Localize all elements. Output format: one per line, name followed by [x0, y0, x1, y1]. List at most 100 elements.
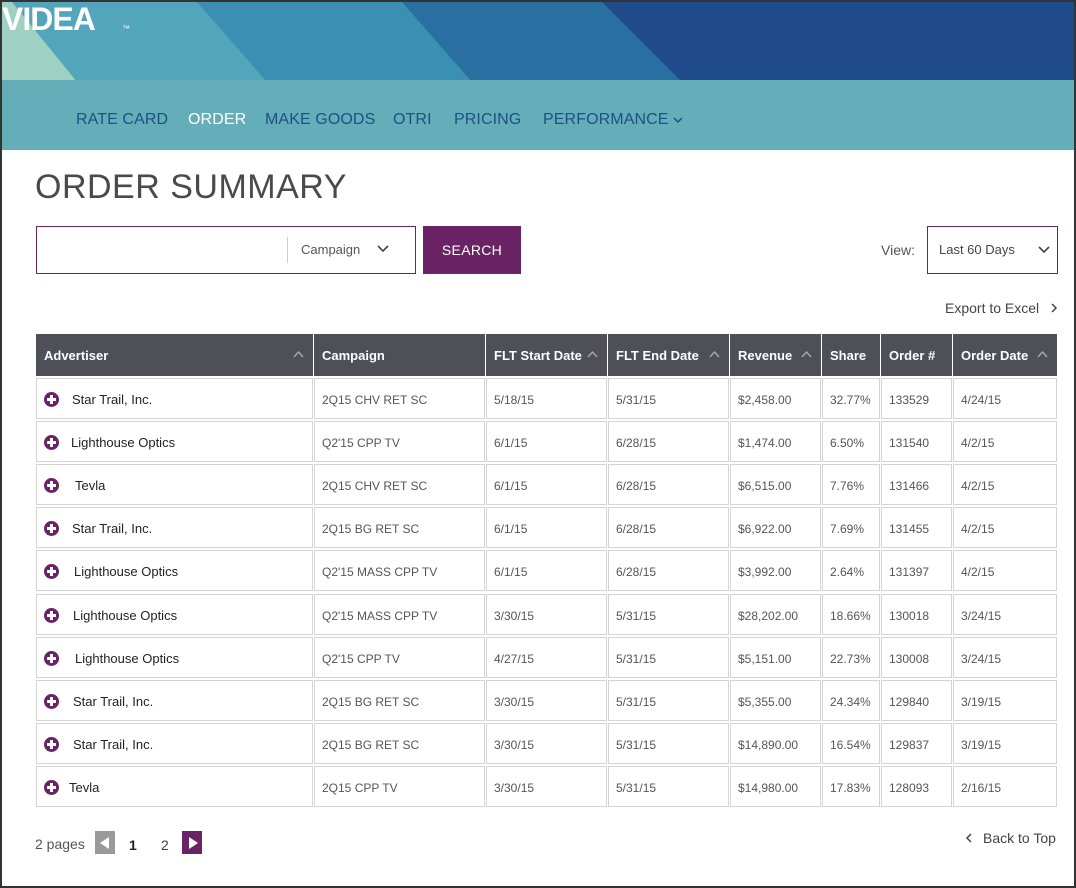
share-value: 16.54% [830, 737, 871, 752]
search-input[interactable] [37, 227, 287, 273]
order-number-value: 131466 [889, 479, 930, 494]
cell-flt-end-date: 5/31/15 [608, 378, 729, 419]
advertiser-name: Star Trail, Inc. [73, 693, 154, 709]
cell-advertiser: Star Trail, Inc. [36, 378, 313, 419]
expand-row-plus-icon[interactable] [44, 736, 59, 752]
sort-caret-up-icon[interactable] [801, 350, 812, 358]
expand-row-plus-icon[interactable] [44, 650, 59, 666]
chevron-down-icon [1038, 246, 1050, 254]
expand-row-plus-icon[interactable] [44, 607, 59, 623]
cell-share: 17.83% [822, 765, 880, 807]
cell-order-number: 131466 [881, 464, 952, 506]
cell-order-number: 131455 [881, 507, 952, 549]
expand-row-plus-icon[interactable] [44, 521, 59, 537]
column-header-flt-end-date[interactable]: FLT End Date [608, 334, 729, 376]
revenue-value: $14,980.00 [738, 780, 799, 795]
flt-start-date-value: 3/30/15 [494, 608, 535, 623]
cell-order-number: 129840 [881, 679, 952, 721]
sort-caret-up-icon[interactable] [1037, 350, 1048, 358]
campaign-value: 2Q15 BG RET SC [322, 694, 420, 709]
order-date-value: 3/24/15 [961, 651, 1002, 666]
nav-rate-card[interactable]: RATE CARD [76, 111, 168, 129]
order-date-value: 3/24/15 [961, 608, 1002, 623]
share-value: 17.83% [830, 780, 871, 795]
cell-flt-end-date: 5/31/15 [608, 722, 729, 764]
advertiser-name: Lighthouse Optics [74, 564, 179, 580]
order-number-value: 131397 [889, 565, 930, 580]
chevron-down-icon [377, 245, 389, 253]
search-button[interactable]: SEARCH [423, 226, 521, 274]
order-number-value: 131455 [889, 522, 930, 537]
advertiser-name: Star Trail, Inc. [72, 392, 153, 407]
nav-performance[interactable]: PERFORMANCE [543, 111, 683, 129]
column-header-advertiser[interactable]: Advertiser [36, 334, 313, 376]
cell-share: 7.69% [822, 507, 880, 549]
sort-caret-up-icon[interactable] [293, 350, 304, 358]
page-1-link[interactable]: 1 [129, 837, 137, 853]
view-select[interactable]: Last 60 Days [927, 226, 1058, 274]
cell-share: 16.54% [822, 722, 880, 764]
sort-caret-up-icon[interactable] [709, 350, 720, 358]
cell-order-number: 130008 [881, 636, 952, 678]
cell-revenue: $6,515.00 [730, 464, 821, 506]
order-date-value: 4/24/15 [961, 393, 1002, 407]
cell-campaign: Q2'15 MASS CPP TV [314, 593, 485, 635]
nav-otri[interactable]: OTRI [393, 111, 432, 129]
expand-row-plus-icon[interactable] [44, 564, 59, 580]
cell-flt-start-date: 6/1/15 [486, 507, 607, 549]
expand-row-plus-icon[interactable] [44, 478, 59, 494]
cell-advertiser: Star Trail, Inc. [36, 507, 313, 549]
share-value: 32.77% [830, 393, 871, 407]
nav-pricing[interactable]: PRICING [454, 111, 521, 129]
previous-page-button[interactable] [95, 831, 115, 854]
cell-order-number: 131540 [881, 421, 952, 463]
cell-advertiser: Lighthouse Optics [36, 636, 313, 678]
cell-flt-start-date: 4/27/15 [486, 636, 607, 678]
order-date-value: 2/16/15 [961, 780, 1002, 795]
cell-flt-start-date: 3/30/15 [486, 679, 607, 721]
export-to-excel-link[interactable]: Export to Excel [945, 300, 1059, 316]
revenue-value: $2,458.00 [738, 393, 792, 407]
expand-row-plus-icon[interactable] [44, 392, 59, 407]
cell-flt-end-date: 6/28/15 [608, 507, 729, 549]
app-frame: VIDEA ™ RATE CARD ORDER MAKE GOODS OTRI … [0, 0, 1076, 888]
cell-order-number: 129837 [881, 722, 952, 764]
campaign-value: Q2'15 CPP TV [322, 436, 400, 451]
cell-flt-start-date: 6/1/15 [486, 464, 607, 506]
cell-flt-start-date: 6/1/15 [486, 421, 607, 463]
nav-order[interactable]: ORDER [188, 111, 246, 129]
cell-flt-end-date: 5/31/15 [608, 765, 729, 807]
search-box: Campaign [36, 226, 416, 274]
campaign-value: 2Q15 BG RET SC [322, 737, 420, 752]
back-to-top-link[interactable]: Back to Top [964, 830, 1056, 846]
sort-caret-up-icon[interactable] [587, 350, 598, 358]
column-header-label: Advertiser [44, 348, 109, 363]
order-number-value: 131540 [889, 436, 930, 451]
expand-row-plus-icon[interactable] [44, 435, 59, 451]
share-value: 18.66% [830, 608, 871, 623]
cell-campaign: 2Q15 BG RET SC [314, 507, 485, 549]
cell-advertiser: Star Trail, Inc. [36, 722, 313, 764]
column-header-revenue[interactable]: Revenue [730, 334, 821, 376]
nav-make-goods[interactable]: MAKE GOODS [265, 111, 375, 129]
advertiser-name: Star Trail, Inc. [73, 736, 154, 752]
page-2-link[interactable]: 2 [161, 837, 169, 853]
nav-performance-label: PERFORMANCE [543, 111, 669, 128]
cell-order-number: 131397 [881, 550, 952, 592]
expand-row-plus-icon[interactable] [44, 693, 59, 709]
cell-order-number: 133529 [881, 378, 952, 419]
cell-revenue: $2,458.00 [730, 378, 821, 419]
cell-share: 18.66% [822, 593, 880, 635]
next-page-button[interactable] [182, 831, 202, 854]
cell-campaign: 2Q15 BG RET SC [314, 679, 485, 721]
flt-start-date-value: 4/27/15 [494, 651, 535, 666]
column-header-flt-start-date[interactable]: FLT Start Date [486, 334, 607, 376]
search-field-select[interactable]: Campaign [288, 227, 416, 273]
flt-end-date-value: 6/28/15 [616, 479, 657, 494]
revenue-value: $5,355.00 [738, 694, 792, 709]
search-field-label: Campaign [301, 242, 361, 257]
flt-start-date-value: 3/30/15 [494, 737, 535, 752]
expand-row-plus-icon[interactable] [44, 779, 59, 795]
campaign-value: 2Q15 CHV RET SC [322, 393, 428, 407]
column-header-order-date[interactable]: Order Date [953, 334, 1057, 376]
